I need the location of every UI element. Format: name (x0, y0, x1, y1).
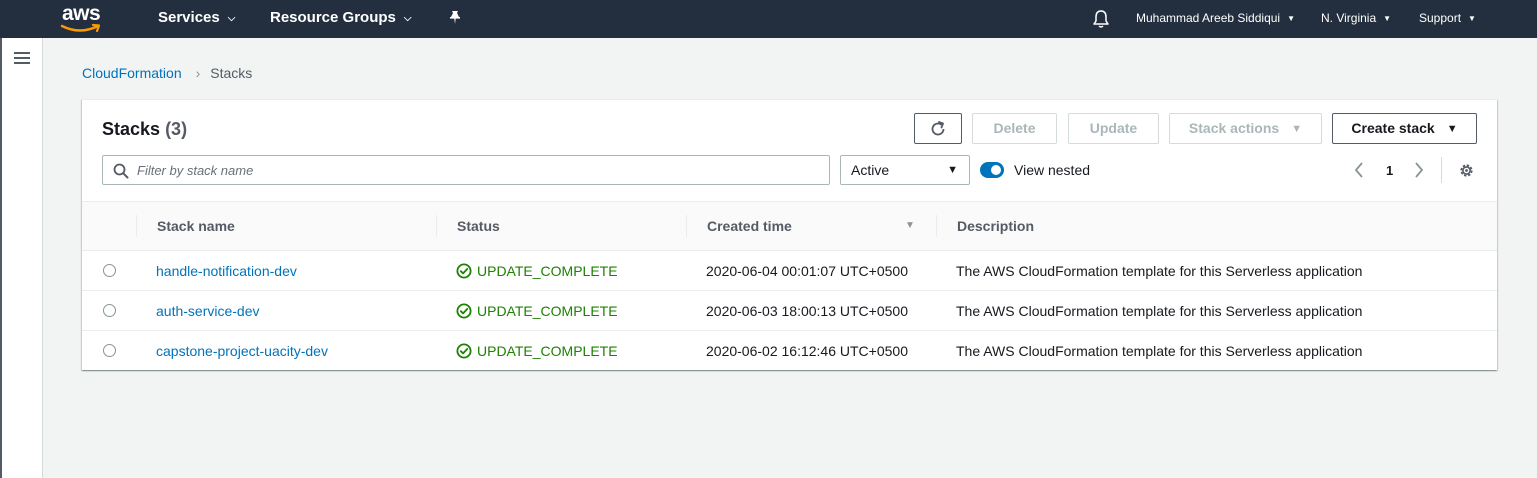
resource-groups-menu[interactable]: Resource Groups ⌵ (270, 0, 411, 38)
current-page-number[interactable]: 1 (1386, 163, 1393, 178)
status-filter-value: Active (851, 162, 890, 178)
create-stack-button[interactable]: Create stack ▼ (1332, 113, 1477, 144)
page-title: Stacks (3) (102, 119, 187, 140)
success-check-icon (456, 263, 472, 279)
column-header-created-time[interactable]: Created time (707, 202, 792, 250)
stack-filter-box (102, 155, 830, 185)
chevron-down-icon: ⌵ (227, 13, 236, 24)
services-menu[interactable]: Services ⌵ (158, 0, 235, 38)
aws-logo[interactable]: aws (60, 2, 106, 34)
preferences-gear-icon[interactable] (1458, 162, 1475, 184)
stack-description: The AWS CloudFormation template for this… (956, 263, 1363, 279)
column-divider (686, 215, 687, 237)
menu-hamburger-icon[interactable] (14, 52, 30, 64)
column-divider (936, 215, 937, 237)
stack-status: UPDATE_COMPLETE (456, 331, 618, 371)
stack-created-time: 2020-06-02 16:12:46 UTC+0500 (706, 343, 908, 359)
notifications-bell-icon[interactable] (1092, 9, 1110, 34)
stack-description: The AWS CloudFormation template for this… (956, 303, 1363, 319)
search-input[interactable] (137, 161, 817, 179)
region-label: N. Virginia (1321, 11, 1377, 25)
caret-down-icon: ▼ (1468, 14, 1476, 23)
column-divider (436, 215, 437, 237)
column-header-status[interactable]: Status (457, 202, 500, 250)
view-nested-label: View nested (1014, 162, 1091, 178)
table-row[interactable]: capstone-project-uacity-dev UPDATE_COMPL… (82, 331, 1497, 371)
update-button[interactable]: Update (1068, 113, 1159, 144)
stack-description: The AWS CloudFormation template for this… (956, 343, 1363, 359)
row-select-radio[interactable] (103, 264, 116, 277)
region-menu[interactable]: N. Virginia ▼ (1321, 0, 1391, 38)
support-menu[interactable]: Support ▼ (1419, 0, 1476, 38)
table-header: Stack name Status Created time ▼ Descrip… (82, 201, 1497, 251)
stack-actions-label: Stack actions (1188, 120, 1280, 136)
account-menu[interactable]: Muhammad Areeb Siddiqui ▼ (1136, 0, 1295, 38)
side-navigation-rail (0, 38, 43, 478)
success-check-icon (456, 303, 472, 319)
top-navigation-bar: aws Services ⌵ Resource Groups ⌵ Muhammad … (0, 0, 1537, 38)
caret-down-icon: ▼ (947, 164, 958, 176)
stack-created-time: 2020-06-03 18:00:13 UTC+0500 (706, 303, 908, 319)
refresh-icon (931, 121, 945, 136)
table-row[interactable]: handle-notification-dev UPDATE_COMPLETE … (82, 251, 1497, 291)
next-page-icon[interactable] (1414, 162, 1424, 181)
account-label: Muhammad Areeb Siddiqui (1136, 11, 1281, 25)
column-header-description[interactable]: Description (957, 202, 1034, 250)
refresh-button[interactable] (914, 113, 962, 144)
delete-button[interactable]: Delete (972, 113, 1057, 144)
breadcrumb-cloudformation-link[interactable]: CloudFormation (82, 65, 182, 81)
stacks-panel: Stacks (3) Delete Update Stack actions ▼ … (82, 99, 1497, 370)
stack-actions-button[interactable]: Stack actions ▼ (1169, 113, 1322, 144)
previous-page-icon[interactable] (1354, 162, 1364, 181)
aws-smile-icon (60, 23, 101, 33)
caret-down-icon: ▼ (1383, 14, 1392, 23)
panel-title-text: Stacks (102, 119, 161, 139)
window-edge (0, 38, 2, 478)
stack-status-text: UPDATE_COMPLETE (477, 343, 618, 359)
chevron-right-icon: › (195, 65, 201, 81)
stack-count: (3) (165, 119, 188, 139)
stack-name-link[interactable]: handle-notification-dev (156, 251, 297, 291)
view-nested-toggle[interactable] (980, 162, 1004, 178)
table-row[interactable]: auth-service-dev UPDATE_COMPLETE 2020-06… (82, 291, 1497, 331)
breadcrumb-current: Stacks (210, 65, 253, 81)
search-icon (113, 163, 129, 179)
stack-status: UPDATE_COMPLETE (456, 251, 618, 291)
caret-down-icon: ▼ (1291, 123, 1303, 135)
pin-icon[interactable] (448, 10, 462, 31)
resource-groups-label: Resource Groups (270, 9, 396, 26)
stack-status: UPDATE_COMPLETE (456, 291, 618, 331)
caret-down-icon: ▼ (1287, 14, 1296, 23)
row-select-radio[interactable] (103, 344, 116, 357)
column-divider (136, 215, 137, 237)
stack-name-link[interactable]: auth-service-dev (156, 291, 260, 331)
create-stack-label: Create stack (1351, 120, 1435, 136)
status-filter-select[interactable]: Active ▼ (840, 155, 970, 185)
toggle-knob (991, 165, 1001, 175)
chevron-down-icon: ⌵ (403, 13, 412, 24)
stack-status-text: UPDATE_COMPLETE (477, 263, 618, 279)
column-header-stack-name[interactable]: Stack name (157, 202, 235, 250)
support-label: Support (1419, 11, 1462, 25)
row-select-radio[interactable] (103, 304, 116, 317)
sort-descending-icon[interactable]: ▼ (905, 202, 915, 250)
pager-divider (1441, 157, 1442, 183)
stack-status-text: UPDATE_COMPLETE (477, 303, 618, 319)
success-check-icon (456, 343, 472, 359)
stack-created-time: 2020-06-04 00:01:07 UTC+0500 (706, 263, 908, 279)
breadcrumb: CloudFormation › Stacks (82, 65, 252, 81)
caret-down-icon: ▼ (1446, 123, 1458, 135)
services-label: Services (158, 9, 220, 26)
stack-name-link[interactable]: capstone-project-uacity-dev (156, 331, 328, 371)
